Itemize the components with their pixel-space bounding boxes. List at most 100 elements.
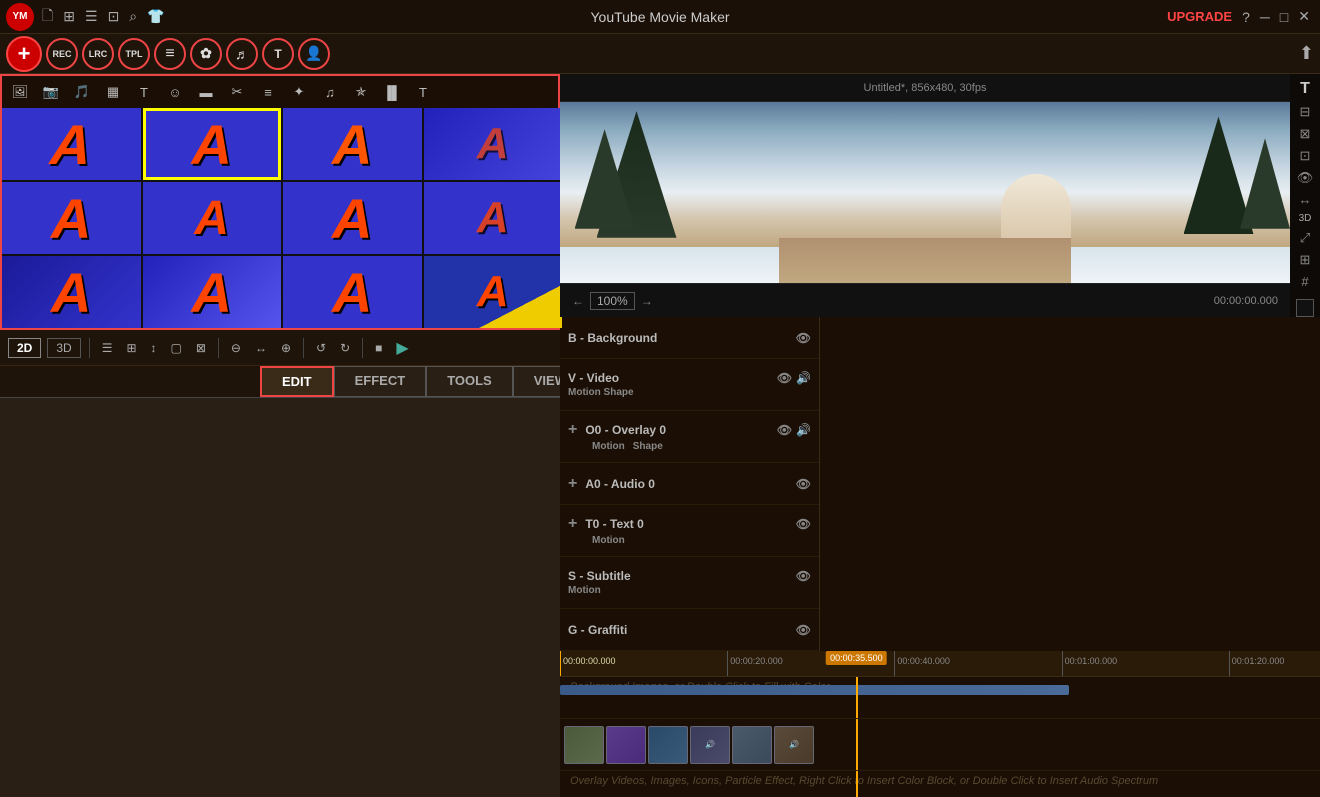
grid-view-icon[interactable]: ⊞ [122,339,140,357]
overlay-track-row[interactable]: Overlay Videos, Images, Icons, Particle … [560,771,1320,797]
text-visibility-icon[interactable]: 👁 [796,517,811,531]
overlay-speaker-icon[interactable]: 🔊 [796,423,811,437]
stop-icon[interactable]: ■ [371,339,386,357]
help-button[interactable]: ? [1242,9,1250,25]
emoji-tb-icon[interactable]: ☺ [161,78,189,106]
lrc-button[interactable]: LRC [82,38,114,70]
video-track-row[interactable]: 🔊 🔊 [560,719,1320,771]
cut-tb-icon[interactable]: ✂ [223,78,251,106]
shirt-icon[interactable]: 👕 [147,8,164,25]
background-visibility-icon[interactable]: 👁 [796,331,811,345]
color-swatch[interactable] [1296,299,1314,317]
clip-4[interactable]: 🔊 [690,726,730,764]
audio-add-icon[interactable]: + [568,475,577,493]
undo-icon[interactable]: ↺ [312,339,330,357]
new-file-icon[interactable]: 🗋 [42,5,53,29]
subtitle-visibility-icon[interactable]: 👁 [796,569,811,583]
effect-cell-3[interactable]: A [283,108,422,180]
text-add-icon[interactable]: + [568,515,577,533]
overlay-add-icon[interactable]: + [568,421,577,439]
upgrade-button[interactable]: UPGRADE [1167,9,1232,24]
zoom-fit-icon[interactable]: ↔ [251,339,271,357]
person-button[interactable]: 👤 [298,38,330,70]
clip-2[interactable] [606,726,646,764]
tool-3d-icon[interactable]: 3D [1299,213,1312,224]
tab-tools[interactable]: TOOLS [426,366,513,397]
upload-icon[interactable]: ⬆ [1299,43,1314,64]
zoom-in-icon[interactable]: ⊕ [277,339,295,357]
tool-hash-icon[interactable]: # [1301,274,1308,289]
sparkle-tb-icon[interactable]: ✦ [285,78,313,106]
menu-icon[interactable]: ☰ [85,8,98,25]
graffiti-visibility-icon[interactable]: 👁 [796,623,811,637]
camera-tb-icon[interactable]: 📷 [37,78,65,106]
video-speaker-icon[interactable]: 🔊 [796,371,811,385]
effect-cell-4[interactable]: A [424,108,563,180]
arrow-left-icon[interactable]: ← [572,294,584,308]
effect-cell-2[interactable]: A [143,108,282,180]
video-visibility-icon[interactable]: 👁 [777,371,792,385]
textbig-tb-icon[interactable]: T [409,78,437,106]
effect-cell-5[interactable]: A [2,182,141,254]
close-button[interactable]: ✕ [1298,8,1310,25]
tool-resize1-icon[interactable]: ⊟ [1300,104,1311,120]
background-track-row[interactable]: Background Images, or Double Click to Fi… [560,677,1320,719]
mode-3d-btn[interactable]: 3D [47,338,80,358]
tab-edit[interactable]: EDIT [260,366,334,397]
sort-icon[interactable]: ↕ [147,339,161,357]
list-button[interactable]: ≡ [154,38,186,70]
layout-icon[interactable]: ⊞ [63,8,75,25]
mode-2d-btn[interactable]: 2D [8,338,41,358]
search-icon[interactable]: ⌕ [129,8,137,25]
effect-cell-10[interactable]: A [143,256,282,328]
effect-cell-1[interactable]: A [2,108,141,180]
tool-eye-icon[interactable]: 👁 [1297,170,1314,186]
clip-6[interactable]: 🔊 [774,726,814,764]
grid-tb-icon[interactable]: ▦ [99,78,127,106]
redo-icon[interactable]: ↻ [336,339,354,357]
list-view-icon[interactable]: ☰ [98,339,117,357]
split-icon[interactable]: ⊡ [108,8,120,25]
text-tb-icon[interactable]: T [130,78,158,106]
effect-cell-11[interactable]: A [283,256,422,328]
bar-tb-icon[interactable]: ▬ [192,78,220,106]
crop-icon[interactable]: ▢ [167,339,186,357]
effect-cell-6[interactable]: A [143,182,282,254]
tool-corners-icon[interactable]: ⤢ [1300,230,1310,246]
list-tb-icon[interactable]: ≡ [254,78,282,106]
overlay-visibility-icon[interactable]: 👁 [777,423,792,437]
effect-cell-8[interactable]: A [424,182,563,254]
background-clip-bar[interactable] [560,685,1069,695]
maximize-button[interactable]: □ [1280,9,1288,25]
tab-effect[interactable]: EFFECT [334,366,427,397]
chart-tb-icon[interactable]: ▐▌ [378,78,406,106]
clip-5[interactable] [732,726,772,764]
effect-cell-7[interactable]: A [283,182,422,254]
add-button[interactable]: + [6,36,42,72]
music2-tb-icon[interactable]: ♫ [316,78,344,106]
zoom-out-icon[interactable]: ⊖ [227,339,245,357]
clip-3[interactable] [648,726,688,764]
tool-move-icon[interactable]: ↔ [1299,192,1312,207]
music-button[interactable]: ♬ [226,38,258,70]
rec-button[interactable]: REC [46,38,78,70]
effects-button[interactable]: ✿ [190,38,222,70]
audio-visibility-icon[interactable]: 👁 [796,477,811,491]
clip-1[interactable] [564,726,604,764]
tool-t-icon[interactable]: T [1300,80,1310,98]
pin-tb-icon[interactable]: ✯ [347,78,375,106]
tool-grid-icon[interactable]: ⊞ [1300,252,1311,268]
minimize-button[interactable]: ─ [1260,9,1270,25]
zoom-level[interactable]: 100% [590,292,635,310]
image-tb-icon[interactable]: 🖼 [6,78,34,106]
audio-tb-icon[interactable]: 🎵 [68,78,96,106]
effect-cell-9[interactable]: A [2,256,141,328]
tool-resize2-icon[interactable]: ⊠ [1300,126,1311,142]
play-icon[interactable]: ▶ [392,336,412,360]
tpl-button[interactable]: TPL [118,38,150,70]
trim-icon[interactable]: ⊠ [192,339,210,357]
text-button[interactable]: T [262,38,294,70]
arrow-right-icon[interactable]: → [641,294,653,308]
effect-cell-12[interactable]: A [424,256,563,328]
tool-crop-icon[interactable]: ⊡ [1300,148,1311,164]
